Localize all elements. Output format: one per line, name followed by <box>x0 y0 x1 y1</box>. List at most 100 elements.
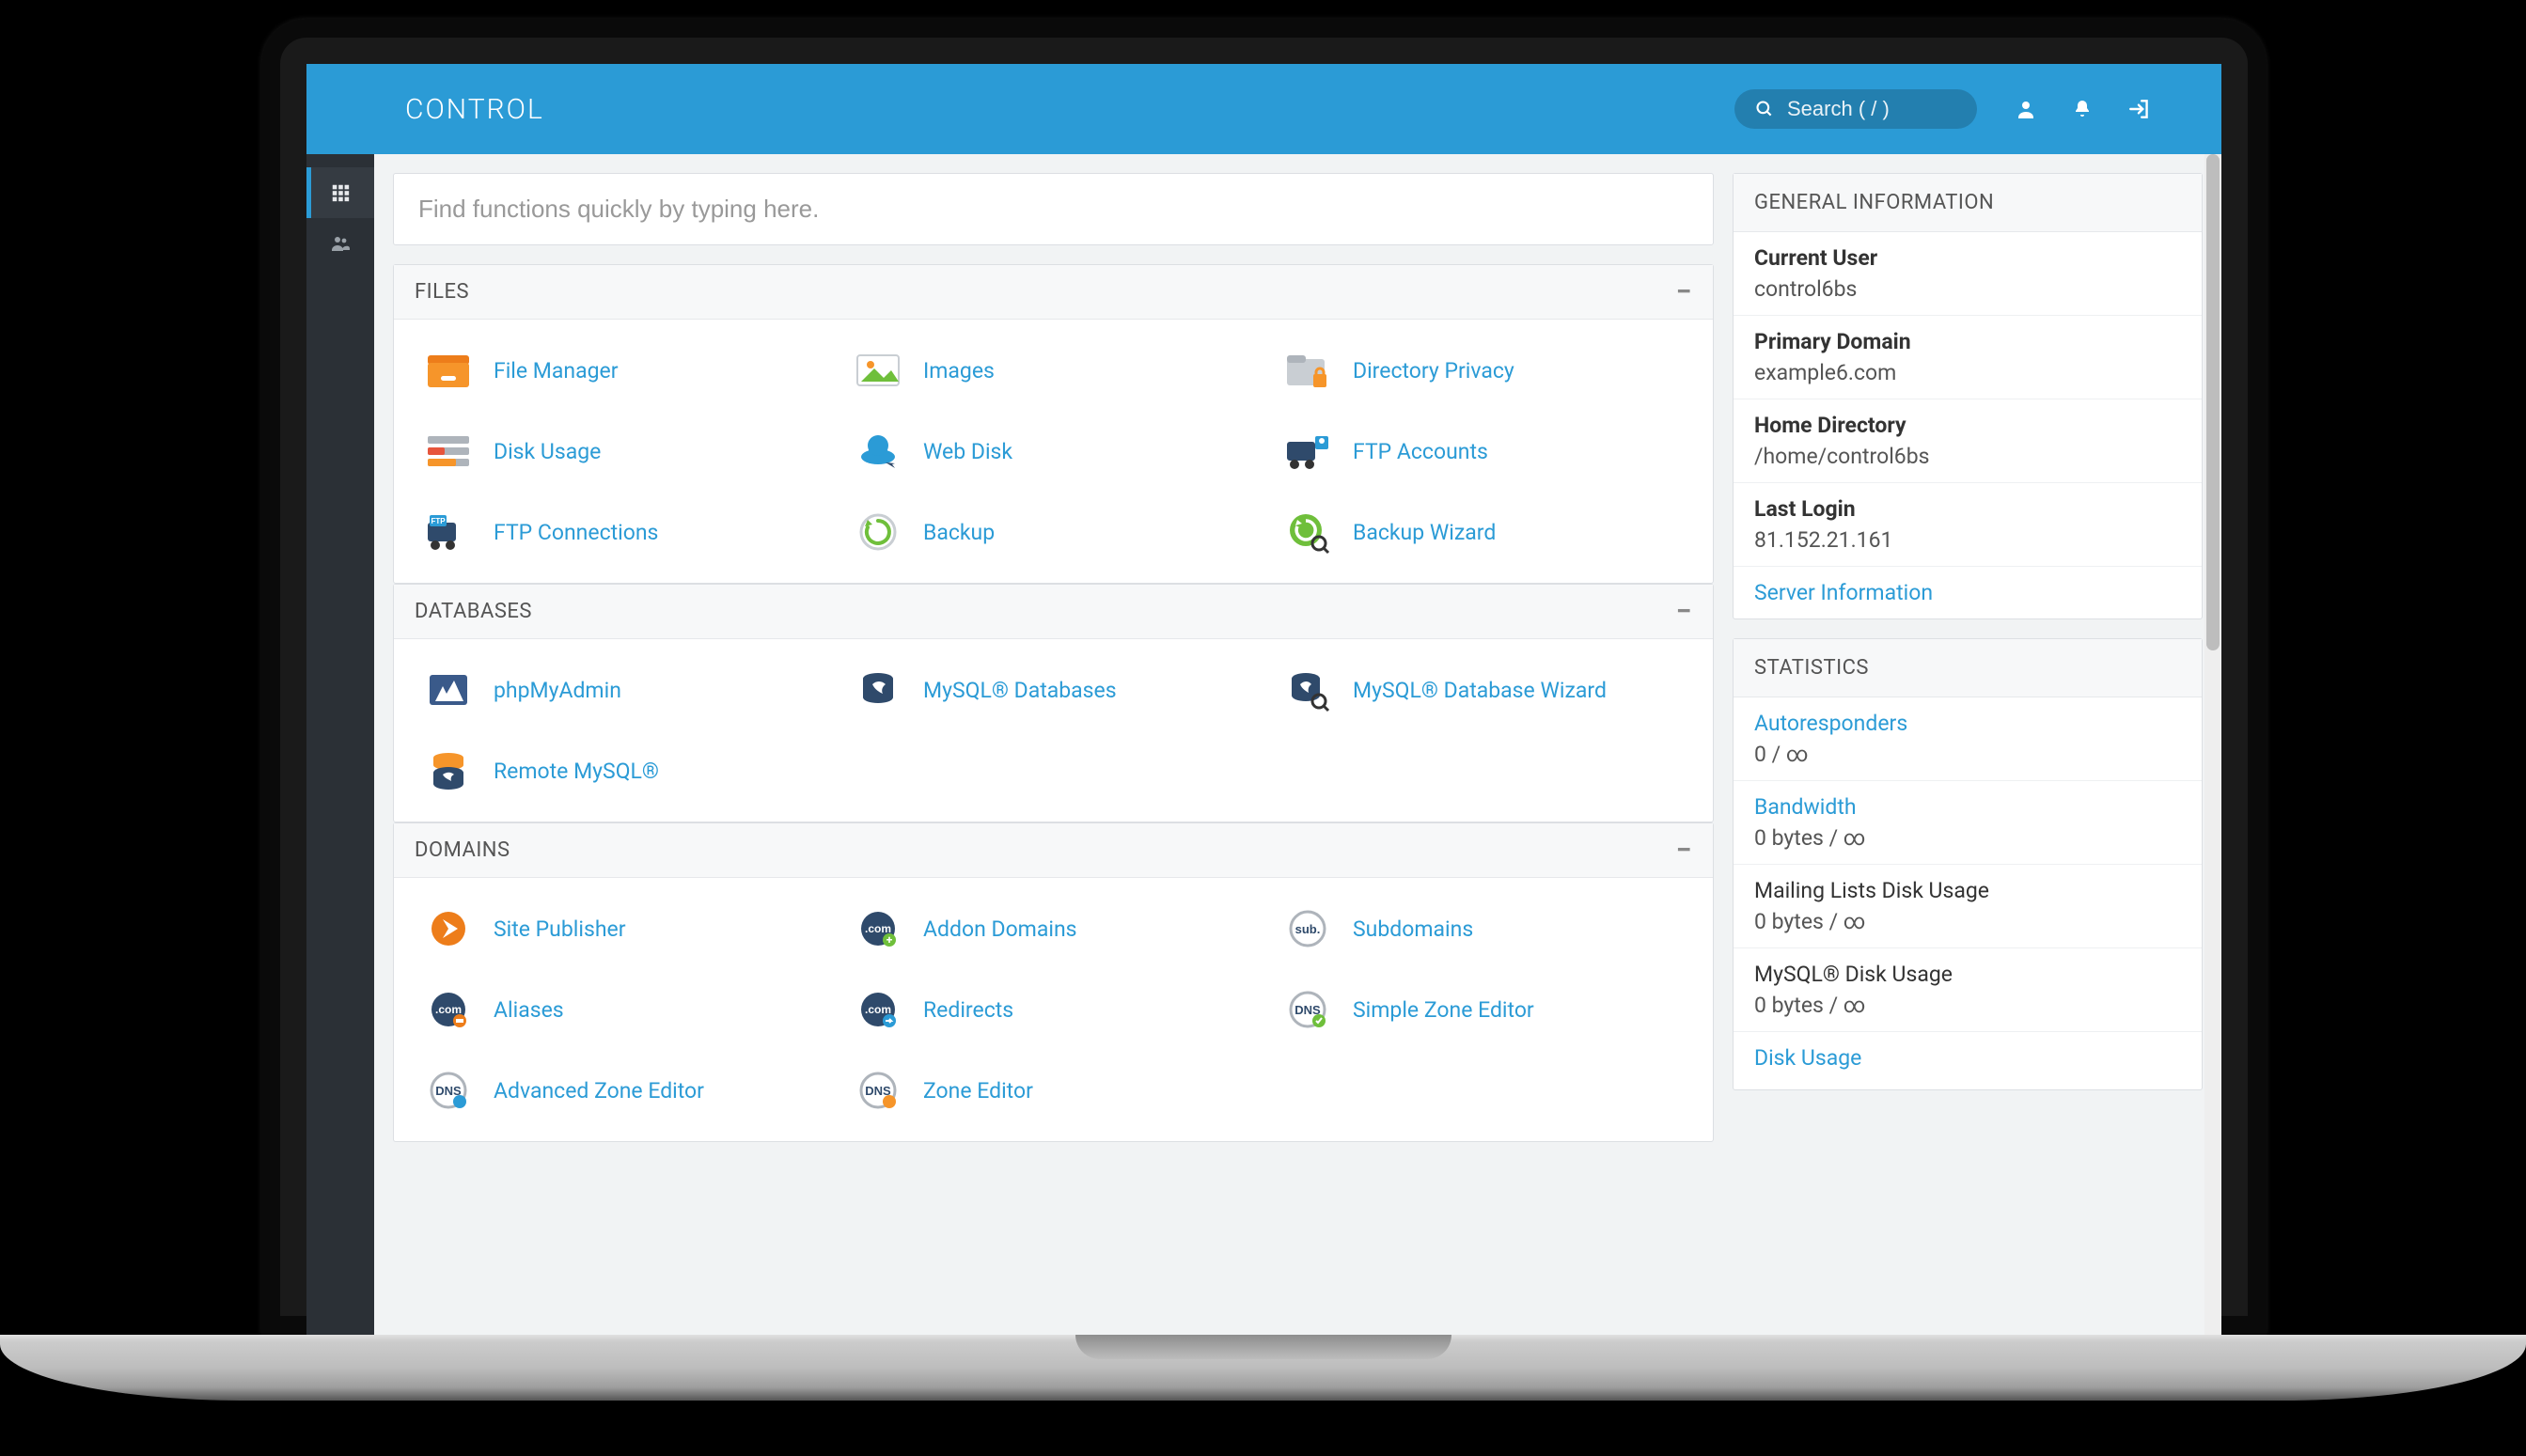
stat-row: Mailing Lists Disk Usage 0 bytes / ∞ <box>1734 864 2202 947</box>
web-disk-icon <box>848 425 908 478</box>
info-row: Primary Domain example6.com <box>1734 315 2202 399</box>
images-icon <box>848 344 908 397</box>
ftp-connections-tile[interactable]: FTP FTP Connections <box>418 506 829 558</box>
scrollbar[interactable] <box>2204 154 2221 1335</box>
ftp-accounts-tile[interactable]: FTP Accounts <box>1278 425 1688 478</box>
domains-section: DOMAINS − Site Publisher .com+ Addon Dom… <box>393 822 1714 1142</box>
subdomains-icon: sub. <box>1278 902 1338 955</box>
files-collapse-icon[interactable]: − <box>1676 285 1692 300</box>
web-disk-tile[interactable]: Web Disk <box>848 425 1259 478</box>
stat-row: Autoresponders 0 / ∞ <box>1734 697 2202 780</box>
info-label: Last Login <box>1754 496 2181 522</box>
user-icon[interactable] <box>2015 98 2071 120</box>
function-search-input[interactable] <box>394 174 1713 244</box>
site-publisher-tile[interactable]: Site Publisher <box>418 902 829 955</box>
simple-zone-editor-tile[interactable]: DNS Simple Zone Editor <box>1278 983 1688 1036</box>
disk-usage-label: Disk Usage <box>494 439 601 464</box>
advanced-zone-editor-label: Advanced Zone Editor <box>494 1078 704 1104</box>
info-row: Last Login 81.152.21.161 <box>1734 482 2202 566</box>
databases-section: DATABASES − phpMyAdmin MySQL® Databases … <box>393 584 1714 822</box>
zone-editor-label: Zone Editor <box>923 1078 1033 1104</box>
databases-title: DATABASES <box>415 600 532 623</box>
site-publisher-label: Site Publisher <box>494 916 626 942</box>
stat-value: 0 / ∞ <box>1754 742 2181 767</box>
aliases-icon: .com <box>418 983 479 1036</box>
info-row: Home Directory /home/control6bs <box>1734 399 2202 482</box>
mysql-database-wizard-tile[interactable]: MySQL® Database Wizard <box>1278 664 1688 716</box>
addon-domains-tile[interactable]: .com+ Addon Domains <box>848 902 1259 955</box>
screen: CONTROL <box>306 64 2221 1335</box>
svg-text:+: + <box>886 933 893 947</box>
disk-usage-icon <box>418 425 479 478</box>
addon-domains-icon: .com+ <box>848 902 908 955</box>
stat-label[interactable]: Autoresponders <box>1754 711 2181 736</box>
simple-zone-editor-icon: DNS <box>1278 983 1338 1036</box>
bell-icon[interactable] <box>2071 98 2127 120</box>
directory-privacy-tile[interactable]: Directory Privacy <box>1278 344 1688 397</box>
scrollbar-thumb[interactable] <box>2206 154 2220 650</box>
info-value: control6bs <box>1754 276 2181 302</box>
info-label: Home Directory <box>1754 413 2181 438</box>
site-publisher-icon <box>418 902 479 955</box>
search-icon <box>1755 100 1774 118</box>
aliases-tile[interactable]: .com Aliases <box>418 983 829 1036</box>
subdomains-tile[interactable]: sub. Subdomains <box>1278 902 1688 955</box>
redirects-label: Redirects <box>923 997 1013 1023</box>
phpmyadmin-label: phpMyAdmin <box>494 678 621 703</box>
databases-collapse-icon[interactable]: − <box>1676 604 1692 619</box>
backup-tile[interactable]: Backup <box>848 506 1259 558</box>
stat-value: 0 bytes / ∞ <box>1754 993 2181 1018</box>
domains-collapse-icon[interactable]: − <box>1676 843 1692 858</box>
info-value: 81.152.21.161 <box>1754 527 2181 553</box>
laptop-frame: CONTROL <box>261 19 2267 1335</box>
remote-mysql-tile[interactable]: Remote MySQL® <box>418 744 829 797</box>
stat-label[interactable]: Disk Usage <box>1754 1045 2181 1071</box>
phpmyadmin-tile[interactable]: phpMyAdmin <box>418 664 829 716</box>
svg-text:.com: .com <box>865 1003 891 1016</box>
backup-icon <box>848 506 908 558</box>
topbar: CONTROL <box>306 64 2221 154</box>
sidenav-users[interactable] <box>306 218 374 269</box>
info-label: Primary Domain <box>1754 329 2181 354</box>
mysql-databases-tile[interactable]: MySQL® Databases <box>848 664 1259 716</box>
info-value: /home/control6bs <box>1754 444 2181 469</box>
images-label: Images <box>923 358 995 384</box>
subdomains-label: Subdomains <box>1353 916 1473 942</box>
backup-wizard-icon <box>1278 506 1338 558</box>
info-row: Current User control6bs <box>1734 232 2202 315</box>
general-information-panel: GENERAL INFORMATION Current User control… <box>1733 173 2203 619</box>
phpmyadmin-icon <box>418 664 479 716</box>
disk-usage-tile[interactable]: Disk Usage <box>418 425 829 478</box>
advanced-zone-editor-icon: DNS <box>418 1064 479 1117</box>
files-section: FILES − File Manager Images Directory Pr… <box>393 264 1714 584</box>
redirects-icon: .com <box>848 983 908 1036</box>
zone-editor-tile[interactable]: DNS Zone Editor <box>848 1064 1259 1117</box>
mysql-databases-label: MySQL® Databases <box>923 678 1117 703</box>
images-tile[interactable]: Images <box>848 344 1259 397</box>
sidenav-home[interactable] <box>306 167 374 218</box>
ftp-connections-label: FTP Connections <box>494 520 658 545</box>
function-search-panel <box>393 173 1714 245</box>
mysql-database-wizard-label: MySQL® Database Wizard <box>1353 678 1607 703</box>
file-manager-tile[interactable]: File Manager <box>418 344 829 397</box>
info-value: example6.com <box>1754 360 2181 385</box>
addon-domains-label: Addon Domains <box>923 916 1077 942</box>
server-information-link[interactable]: Server Information <box>1754 580 1933 605</box>
search-input[interactable] <box>1787 97 1956 121</box>
laptop-notch <box>1075 1335 1451 1359</box>
stat-label[interactable]: Bandwidth <box>1754 794 2181 820</box>
stat-value: 0 bytes / ∞ <box>1754 909 2181 934</box>
statistics-panel: STATISTICS Autoresponders 0 / ∞Bandwidth… <box>1733 638 2203 1090</box>
backup-wizard-tile[interactable]: Backup Wizard <box>1278 506 1688 558</box>
domains-header: DOMAINS − <box>394 823 1713 878</box>
advanced-zone-editor-tile[interactable]: DNS Advanced Zone Editor <box>418 1064 829 1117</box>
files-title: FILES <box>415 280 469 304</box>
redirects-tile[interactable]: .com Redirects <box>848 983 1259 1036</box>
databases-grid: phpMyAdmin MySQL® Databases MySQL® Datab… <box>394 639 1713 822</box>
remote-mysql-label: Remote MySQL® <box>494 759 659 784</box>
global-search[interactable] <box>1734 89 1977 129</box>
brand-title: CONTROL <box>405 93 544 126</box>
ftp-connections-icon: FTP <box>418 506 479 558</box>
logout-icon[interactable] <box>2127 97 2184 121</box>
web-disk-label: Web Disk <box>923 439 1012 464</box>
